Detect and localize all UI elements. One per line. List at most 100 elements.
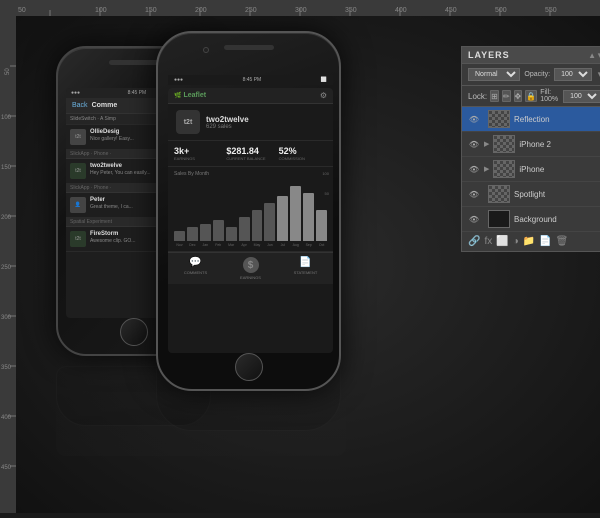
- blend-mode-select[interactable]: Normal Multiply Screen: [468, 68, 520, 81]
- avatar: t2t: [70, 231, 86, 247]
- profile-section: t2t two2twelve 629 sales: [168, 104, 333, 141]
- avatar: 👤: [70, 197, 86, 213]
- layer-name: Background: [514, 215, 600, 224]
- gear-icon[interactable]: ⚙: [320, 91, 327, 100]
- stats-row: 3k+ EARNINGS $281.84 CURRENT BALANCE 52%…: [168, 141, 333, 167]
- layers-panel-header: LAYERS ▲▼: [462, 47, 600, 64]
- leaf-icon: 🌿: [174, 92, 181, 99]
- chart-bar: [277, 196, 288, 241]
- profile-sales: 629 sales: [206, 124, 249, 130]
- fill-label: Fill: 100%: [540, 89, 558, 103]
- layer-visibility-icon[interactable]: 👁: [468, 115, 480, 124]
- layer-item-iphone[interactable]: 👁 ▶ iPhone: [462, 157, 600, 182]
- lock-label: Lock:: [468, 92, 487, 101]
- svg-text:550: 550: [545, 7, 557, 14]
- chart-month-label: Aug: [290, 243, 301, 247]
- stat-value: 3k+: [174, 146, 222, 156]
- svg-text:50: 50: [5, 68, 11, 75]
- opacity-select[interactable]: 100% 75% 50%: [554, 68, 592, 81]
- stat-label: COMMISSION: [279, 156, 327, 161]
- layer-name: Spotlight: [514, 190, 600, 199]
- chart-scale-50: 50: [325, 191, 329, 196]
- layer-item-background[interactable]: 👁 Background: [462, 207, 600, 232]
- svg-text:200: 200: [195, 7, 207, 14]
- fill-select[interactable]: 100%: [563, 90, 600, 103]
- chart-month-label: Sep: [303, 243, 314, 247]
- back-button[interactable]: Back: [72, 102, 88, 109]
- layer-name: Reflection: [514, 115, 600, 124]
- phone-speaker-front: [224, 45, 274, 50]
- statement-icon: 📄: [299, 257, 311, 268]
- svg-text:300: 300: [295, 7, 307, 14]
- chart-months: NovDecJanFebMarAprMayJunJulAugSepOct: [174, 243, 327, 247]
- add-mask-icon[interactable]: ⬜: [496, 236, 508, 247]
- stat-value: 52%: [279, 146, 327, 156]
- phone-front-screen: 🌿 Leaflet ⚙ t2t two2twelve 629 sales: [168, 88, 333, 353]
- chart-area: Sales By Month 100 50 NovDecJanFebMarApr…: [168, 167, 333, 252]
- lock-move-icon[interactable]: ✥: [514, 90, 523, 102]
- stat-label: EARNINGS: [174, 156, 222, 161]
- add-folder-icon[interactable]: 📁: [523, 236, 535, 247]
- chart-month-label: Apr: [239, 243, 250, 247]
- app-header: 🌿 Leaflet ⚙: [168, 88, 333, 104]
- layer-item-spotlight[interactable]: 👁 Spotlight: [462, 182, 600, 207]
- chart-bar: [239, 217, 250, 241]
- chart-month-label: Dec: [187, 243, 198, 247]
- layer-visibility-icon[interactable]: 👁: [468, 140, 480, 149]
- nav-statement[interactable]: 📄 STATEMENT: [278, 253, 333, 284]
- svg-text:50: 50: [18, 7, 26, 14]
- lock-all-icon[interactable]: 🔒: [525, 90, 537, 102]
- avatar: t2t: [70, 129, 86, 145]
- nav-earnings[interactable]: $ EARNINGS: [223, 253, 278, 284]
- lock-row: Lock: ⊞ ✏ ✥ 🔒 Fill: 100% 100% ▼: [462, 86, 600, 107]
- add-layer-style-icon[interactable]: fx: [484, 236, 492, 247]
- link-layers-icon[interactable]: 🔗: [468, 236, 480, 247]
- phones-container: ●●● 8:45 PM ⬜ Back Comme SlideSwitch · A…: [46, 26, 446, 456]
- stat-label: CURRENT BALANCE: [226, 156, 274, 161]
- layer-visibility-icon[interactable]: 👁: [468, 190, 480, 199]
- chart-bar: [174, 231, 185, 241]
- lock-position-icon[interactable]: ⊞: [490, 90, 499, 102]
- home-button-back[interactable]: [120, 318, 148, 346]
- profile-name: two2twelve: [206, 115, 249, 124]
- svg-text:450: 450: [1, 465, 12, 471]
- layer-visibility-icon[interactable]: 👁: [468, 165, 480, 174]
- delete-layer-icon[interactable]: 🗑: [556, 236, 569, 247]
- lock-paint-icon[interactable]: ✏: [502, 90, 511, 102]
- home-button-front[interactable]: [235, 353, 263, 381]
- layer-name: iPhone 2: [519, 140, 600, 149]
- back-status-signal: ●●●: [71, 90, 80, 96]
- svg-text:100: 100: [95, 7, 107, 14]
- ruler-top: 50 100 150 200 250 300 350 400 450 500 5…: [0, 0, 600, 16]
- opacity-label: Opacity:: [524, 71, 550, 78]
- add-adjustment-icon[interactable]: ◑: [513, 236, 519, 247]
- layer-name: iPhone: [519, 165, 600, 174]
- add-layer-icon[interactable]: 📄: [539, 236, 551, 247]
- svg-text:400: 400: [1, 415, 12, 421]
- chart-title: Sales By Month: [174, 171, 209, 177]
- chart-bars: [174, 176, 327, 241]
- phone-front: ●●● 8:45 PM ⬜ 🌿 Leaflet ⚙: [156, 31, 341, 391]
- layer-expand-icon[interactable]: ▶: [484, 165, 489, 173]
- stat-earnings: 3k+ EARNINGS: [174, 146, 222, 161]
- layer-thumbnail: [493, 135, 515, 153]
- layer-visibility-icon[interactable]: 👁: [468, 215, 480, 224]
- comments-title: Comme: [92, 102, 118, 109]
- layer-thumbnail: [488, 210, 510, 228]
- svg-text:350: 350: [1, 365, 12, 371]
- layers-panel: LAYERS ▲▼ Normal Multiply Screen Opacity…: [461, 46, 600, 252]
- app-name: Leaflet: [183, 92, 206, 99]
- panel-collapse-icon[interactable]: ▲▼: [588, 51, 600, 60]
- chart-bar: [200, 224, 211, 241]
- svg-text:150: 150: [145, 7, 157, 14]
- nav-comments[interactable]: 💬 COMMENTS: [168, 253, 223, 284]
- earnings-icon: $: [243, 257, 259, 273]
- layer-thumbnail: [488, 185, 510, 203]
- blend-opacity-row: Normal Multiply Screen Opacity: 100% 75%…: [462, 64, 600, 86]
- stat-balance: $281.84 CURRENT BALANCE: [226, 146, 274, 161]
- svg-text:200: 200: [1, 215, 12, 221]
- layer-item-reflection[interactable]: 👁 Reflection: [462, 107, 600, 132]
- layer-item-iphone2[interactable]: 👁 ▶ iPhone 2: [462, 132, 600, 157]
- chart-month-label: Jan: [200, 243, 211, 247]
- layer-expand-icon[interactable]: ▶: [484, 140, 489, 148]
